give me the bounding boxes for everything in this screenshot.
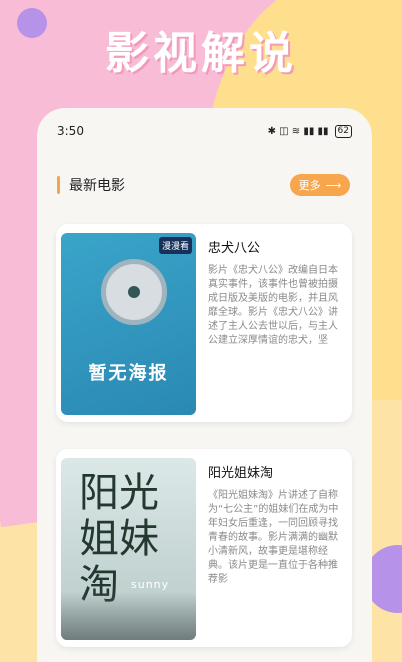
status-bar: 3:50 ✱ ◫ ≋ ▮▮ ▮▮ 62	[57, 123, 352, 139]
movie-title: 忠犬八公	[208, 241, 261, 256]
movie-poster: 阳光姐妹淘 sunny	[61, 458, 196, 640]
phone-screen: 3:50 ✱ ◫ ≋ ▮▮ ▮▮ 62 最新电影 更多 ⟶ 漫漫看 暂无海报 忠…	[37, 108, 372, 662]
more-button-label: 更多	[298, 179, 321, 192]
section-title: 最新电影	[57, 175, 125, 195]
movie-description: 《阳光姐妹淘》片讲述了自称为“七公主”的姐妹们在成为中年妇女后重逢，一同回顾寻找…	[208, 490, 339, 585]
movie-card[interactable]: 漫漫看 暂无海报 忠犬八公 影片《忠犬八公》改编自日本真实事件，该事件也曾被拍摄…	[56, 224, 352, 422]
poster-shade	[61, 592, 196, 640]
poster-badge: 漫漫看	[158, 237, 192, 254]
signal-wifi-icons: ✱ ◫ ≋ ▮▮ ▮▮	[267, 125, 329, 137]
movie-info: 忠犬八公 影片《忠犬八公》改编自日本真实事件，该事件也曾被拍摄成日版及美版的电影…	[208, 237, 342, 414]
movie-info: 阳光姐妹淘 《阳光姐妹淘》片讲述了自称为“七公主”的姐妹们在成为中年妇女后重逢，…	[208, 462, 342, 639]
status-icons: ✱ ◫ ≋ ▮▮ ▮▮ 62	[267, 124, 352, 138]
status-time: 3:50	[57, 124, 84, 138]
movie-card[interactable]: 阳光姐妹淘 sunny 阳光姐妹淘 《阳光姐妹淘》片讲述了自称为“七公主”的姐妹…	[56, 449, 352, 647]
promo-headline: 影视解说	[105, 28, 297, 79]
poster-placeholder-text: 暂无海报	[88, 363, 169, 384]
more-button[interactable]: 更多 ⟶	[290, 174, 350, 196]
film-reel-icon	[101, 259, 167, 325]
latest-movies-header: 最新电影 更多 ⟶	[57, 172, 350, 198]
section-title-label: 最新电影	[69, 178, 125, 194]
movie-title: 阳光姐妹淘	[208, 466, 274, 481]
movie-description: 影片《忠犬八公》改编自日本真实事件，该事件也曾被拍摄成日版及美版的电影，并且风靡…	[208, 265, 338, 346]
movie-poster: 漫漫看 暂无海报	[61, 233, 196, 415]
poster-subtitle: sunny	[131, 578, 170, 591]
section-accent-bar	[57, 176, 60, 194]
arrow-right-icon: ⟶	[325, 178, 342, 192]
battery-icon: 62	[334, 124, 352, 138]
